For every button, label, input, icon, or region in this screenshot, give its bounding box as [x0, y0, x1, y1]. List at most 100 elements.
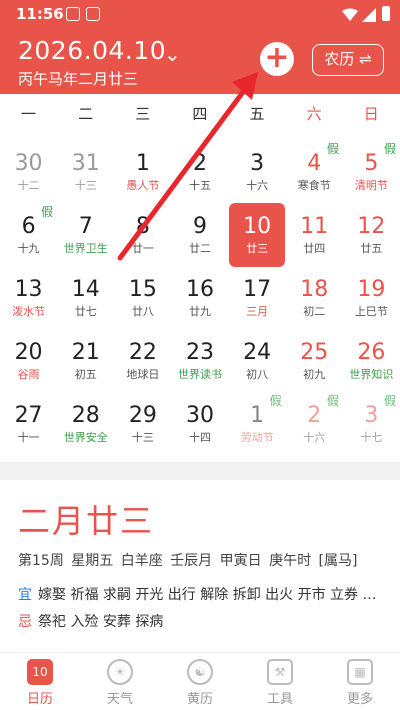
day-cell[interactable]: 1 愚人节: [114, 140, 171, 203]
holiday-badge: 假: [41, 205, 54, 219]
day-cell[interactable]: 10 廿三: [229, 203, 286, 267]
day-cell[interactable]: 29 十三: [114, 392, 171, 455]
day-subtitle: 世界知识: [349, 368, 394, 381]
tab-label: 黄历: [186, 692, 213, 707]
day-cell[interactable]: 31 十三: [57, 140, 114, 203]
day-cell[interactable]: 3 十七假: [343, 392, 400, 455]
day-cell[interactable]: 12 廿五: [343, 203, 400, 266]
lunar-date: 丙午马年二月廿三: [18, 70, 139, 88]
day-cell[interactable]: 2 十六假: [286, 392, 343, 455]
day-cell[interactable]: 30 十二: [0, 140, 57, 203]
day-subtitle: 世界安全: [63, 431, 108, 444]
day-number: 18: [300, 277, 329, 302]
day-number: 9: [192, 214, 207, 239]
day-cell[interactable]: 25 初九: [286, 329, 343, 392]
day-subtitle: 清明节: [354, 179, 388, 192]
tab-tools[interactable]: ⚒ 工具: [240, 653, 320, 710]
auspicious-row[interactable]: 宜嫁娶 祈福 求嗣 开光 出行 解除 拆卸 出火 开市 立券 …: [18, 584, 388, 604]
day-cell[interactable]: 27 十一: [0, 392, 57, 455]
day-number: 30: [185, 403, 214, 428]
day-cell[interactable]: 5 清明节假: [343, 140, 400, 203]
day-subtitle: 十六: [246, 179, 269, 192]
weekday-label: 六: [306, 105, 322, 123]
day-cell[interactable]: 18 初二: [286, 266, 343, 329]
day-number: 26: [357, 340, 386, 365]
day-number: 23: [185, 340, 214, 365]
day-subtitle: 廿二: [188, 242, 211, 255]
day-cell[interactable]: 15 廿八: [114, 266, 171, 329]
weekday-label: 五: [249, 105, 265, 123]
day-cell[interactable]: 3 十六: [229, 140, 286, 203]
status-time: 11:56: [16, 5, 64, 23]
day-cell[interactable]: 17 三月: [229, 266, 286, 329]
day-cell[interactable]: 28 世界安全: [57, 392, 114, 455]
day-cell[interactable]: 20 谷雨: [0, 329, 57, 392]
weekday-header: 一 二 三 四 五 六 日: [0, 94, 400, 134]
day-cell[interactable]: 24 初八: [229, 329, 286, 392]
day-cell[interactable]: 7 世界卫生: [57, 203, 114, 266]
tab-more[interactable]: ▦ 更多: [320, 653, 400, 710]
day-cell[interactable]: 19 上巳节: [343, 266, 400, 329]
day-number: 10: [243, 214, 272, 239]
day-number: 30: [14, 151, 43, 176]
weekday-label: 日: [363, 105, 379, 123]
day-cell[interactable]: 22 地球日: [114, 329, 171, 392]
wifi-icon: [342, 7, 358, 26]
lunar-day-title: 二月廿三: [18, 502, 155, 540]
tab-label: 日历: [26, 692, 53, 707]
day-cell[interactable]: 14 廿七: [57, 266, 114, 329]
day-number: 29: [128, 403, 157, 428]
day-cell[interactable]: 4 寒食节假: [286, 140, 343, 203]
tab-label: 更多: [346, 692, 373, 707]
day-subtitle: 廿八: [131, 305, 154, 318]
day-cell[interactable]: 30 十四: [171, 392, 228, 455]
chevron-down-icon[interactable]: ⌄: [164, 42, 181, 66]
day-cell[interactable]: 21 初五: [57, 329, 114, 392]
inauspicious-label: 忌: [18, 614, 32, 630]
day-number: 31: [71, 151, 100, 176]
day-cell[interactable]: 9 廿二: [171, 203, 228, 266]
day-number: 1: [135, 151, 150, 176]
day-number: 24: [243, 340, 272, 365]
day-number: 28: [71, 403, 100, 428]
day-subtitle: 初九: [303, 368, 326, 381]
day-number: 19: [357, 277, 386, 302]
day-cell[interactable]: 26 世界知识: [343, 329, 400, 392]
day-cell[interactable]: 16 廿九: [171, 266, 228, 329]
day-cell[interactable]: 8 廿一: [114, 203, 171, 266]
day-cell[interactable]: 2 十五: [171, 140, 228, 203]
day-detail-panel: 二月廿三 第15周 星期五 白羊座 壬辰月 甲寅日 庚午时 [属马] 宜嫁娶 祈…: [0, 480, 400, 652]
day-subtitle: 廿三: [246, 242, 269, 255]
day-cell[interactable]: 23 世界读书: [171, 329, 228, 392]
day-number: 22: [128, 340, 157, 365]
day-number: 25: [300, 340, 329, 365]
day-number: 20: [14, 340, 43, 365]
auspicious-items: 嫁娶 祈福 求嗣 开光 出行 解除 拆卸 出火 开市 立券 …: [38, 587, 377, 603]
signal-icon: [362, 7, 376, 26]
calendar-grid: 30 十二 31 十三 1 愚人节 2 十五 3 十六 4 寒食节假 5 清明节假 6 十九假 7 世界卫生 8 廿一…: [0, 134, 400, 462]
day-number: 17: [243, 277, 272, 302]
day-number: 11: [300, 214, 329, 239]
inauspicious-row[interactable]: 忌祭祀 入殓 安葬 探病: [18, 611, 388, 631]
tab-calendar[interactable]: 10 日历: [0, 653, 80, 710]
day-cell[interactable]: 11 廿四: [286, 203, 343, 266]
day-subtitle: 地球日: [126, 368, 160, 381]
tab-weather[interactable]: ☀ 天气: [80, 653, 160, 710]
day-cell[interactable]: 13 泼水节: [0, 266, 57, 329]
day-subtitle: 愚人节: [126, 179, 160, 192]
day-cell[interactable]: 6 十九假: [0, 203, 57, 266]
add-event-button[interactable]: +: [260, 42, 294, 76]
day-subtitle: 初二: [303, 305, 326, 318]
day-subtitle: 寒食节: [297, 179, 331, 192]
day-number: 16: [185, 277, 214, 302]
day-subtitle: 廿四: [303, 242, 326, 255]
lunar-toggle-button[interactable]: 农历 ⇌: [312, 44, 384, 76]
day-cell[interactable]: 1 劳动节假: [229, 392, 286, 455]
day-subtitle: 十九: [17, 242, 40, 255]
day-number: 3: [250, 151, 265, 176]
current-date[interactable]: 2026.04.10: [18, 36, 166, 65]
day-number: 2: [192, 151, 207, 176]
weekday-label: 三: [135, 105, 151, 123]
tab-almanac[interactable]: ☯ 黄历: [160, 653, 240, 710]
day-number: 21: [71, 340, 100, 365]
